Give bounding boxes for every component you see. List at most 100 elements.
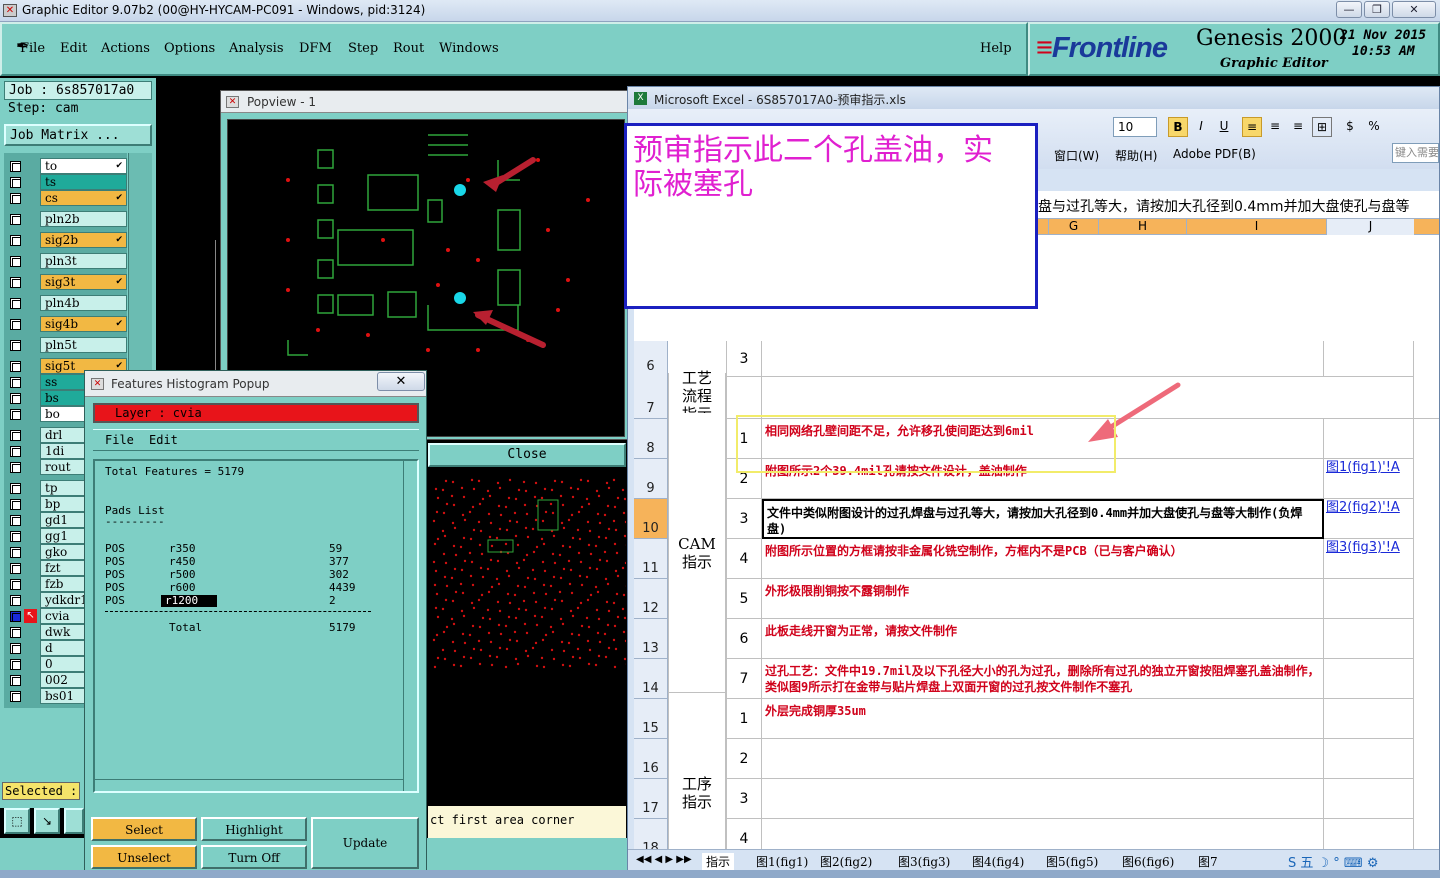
merge-icon[interactable]: ⊞ xyxy=(1312,117,1332,137)
layer-row-pln4b[interactable]: pln4b xyxy=(4,295,127,311)
layer-row-to[interactable]: to xyxy=(4,158,127,174)
layer-checkbox[interactable] xyxy=(10,235,21,246)
layer-checkbox[interactable] xyxy=(10,361,21,372)
layer-name[interactable]: pln5t xyxy=(40,337,127,353)
layer-row-ts[interactable]: ts xyxy=(4,174,127,190)
item-number[interactable]: 3 xyxy=(726,779,762,819)
instruction-cell[interactable]: 此板走线开窗为正常，请按文件制作 xyxy=(762,619,1324,659)
layer-name[interactable]: to xyxy=(40,158,127,174)
align-center-icon[interactable]: ≡ xyxy=(1265,117,1285,137)
item-number[interactable]: 7 xyxy=(726,659,762,699)
tool-icon-3[interactable] xyxy=(64,808,84,834)
menu-step[interactable]: Step xyxy=(348,41,378,56)
help-search-input[interactable]: 键入需要 xyxy=(1392,143,1439,163)
layer-checkbox[interactable] xyxy=(10,177,21,188)
menu-dfm[interactable]: DFM xyxy=(299,41,332,56)
menu-options[interactable]: Options xyxy=(164,41,215,56)
pad-sym[interactable]: r1200 xyxy=(161,595,217,607)
col-j-cell[interactable] xyxy=(1324,699,1414,739)
section-procedure[interactable]: 工序指示 xyxy=(668,693,726,849)
currency-icon[interactable]: $ xyxy=(1340,117,1360,137)
layer-checkbox[interactable] xyxy=(10,483,21,494)
pad-sym[interactable]: r450 xyxy=(169,556,196,568)
instruction-cell[interactable]: 外形极限削铜按不露铜制作 xyxy=(762,579,1324,619)
close-window-button[interactable]: ✕ xyxy=(1392,1,1436,18)
layer-checkbox[interactable] xyxy=(10,547,21,558)
layer-name[interactable]: cs xyxy=(40,190,127,206)
histogram-hscroll[interactable] xyxy=(95,779,403,791)
layer-checkbox[interactable] xyxy=(10,462,21,473)
update-button[interactable]: Update xyxy=(311,817,419,869)
sheet-tab[interactable]: 图3(fig3) xyxy=(898,853,950,870)
layer-checkbox[interactable] xyxy=(10,377,21,388)
align-left-icon[interactable]: ≡ xyxy=(1242,117,1262,137)
sheet-tab[interactable]: 图4(fig4) xyxy=(972,853,1024,870)
instruction-cell[interactable] xyxy=(762,341,1324,377)
layer-name[interactable]: sig3t xyxy=(40,274,127,290)
layer-row-cs[interactable]: cs xyxy=(4,190,127,206)
menu-file[interactable]: File xyxy=(20,41,45,56)
layer-checkbox[interactable] xyxy=(10,659,21,670)
layer-checkbox[interactable] xyxy=(10,563,21,574)
row-header[interactable]: 7 xyxy=(634,373,668,419)
layer-checkbox[interactable] xyxy=(10,446,21,457)
item-number[interactable]: 2 xyxy=(726,739,762,779)
row-header[interactable]: 14 xyxy=(634,659,668,699)
item-number[interactable]: 5 xyxy=(726,579,762,619)
col-j-cell[interactable] xyxy=(1324,373,1414,419)
layer-checkbox[interactable] xyxy=(10,193,21,204)
row-header[interactable]: 13 xyxy=(634,619,668,659)
instruction-cell[interactable]: 外层完成铜厚35um xyxy=(762,699,1324,739)
layer-checkbox[interactable] xyxy=(10,298,21,309)
figure-link[interactable]: 图2(fig2)'!A xyxy=(1326,499,1414,516)
layer-checkbox[interactable] xyxy=(10,515,21,526)
select-button[interactable]: Select xyxy=(91,817,197,841)
row-header[interactable]: 15 xyxy=(634,699,668,739)
item-number[interactable]: 4 xyxy=(726,819,762,849)
layer-checkbox[interactable] xyxy=(10,627,21,638)
row-header[interactable]: 17 xyxy=(634,779,668,819)
layer-checkbox[interactable] xyxy=(10,214,21,225)
row-header[interactable]: 16 xyxy=(634,739,668,779)
overview-canvas[interactable] xyxy=(428,470,629,805)
layer-name[interactable]: pln2b xyxy=(40,211,127,227)
sheet-tab[interactable]: 图6(fig6) xyxy=(1122,853,1174,870)
layer-checkbox[interactable] xyxy=(10,256,21,267)
layer-checkbox[interactable] xyxy=(10,579,21,590)
layer-checkbox[interactable] xyxy=(10,595,21,606)
layer-checkbox[interactable] xyxy=(10,277,21,288)
instruction-cell[interactable]: 过孔工艺：文件中19.7mil及以下孔径大小的孔为过孔，删除所有过孔的独立开窗按… xyxy=(762,659,1324,699)
layer-row-pln3t[interactable]: pln3t xyxy=(4,253,127,269)
layer-row-sig4b[interactable]: sig4b xyxy=(4,316,127,332)
sheet-grid[interactable]: G H I J 6 3 7 8 1 相同网络孔壁间距不足，允许移孔使间距达到6mil 9 2 附… xyxy=(634,219,1439,849)
layer-checkbox[interactable] xyxy=(10,691,21,702)
tool-icon-1[interactable]: ⬚ xyxy=(4,808,30,834)
row-header[interactable]: 11 xyxy=(634,539,668,579)
pad-sym[interactable]: r600 xyxy=(169,582,196,594)
item-number[interactable]: 3 xyxy=(726,341,762,377)
pad-sym[interactable]: r350 xyxy=(169,543,196,555)
menu-help-excel[interactable]: 帮助(H) xyxy=(1115,147,1157,164)
menu-window[interactable]: 窗口(W) xyxy=(1054,147,1099,164)
item-number[interactable]: 3 xyxy=(726,499,762,539)
excel-window[interactable]: X Microsoft Excel - 6S857017A0-预审指示.xls … xyxy=(624,86,1440,878)
layer-checkbox[interactable] xyxy=(10,409,21,420)
row-header[interactable]: 6 xyxy=(634,341,668,377)
item-number[interactable]: 4 xyxy=(726,539,762,579)
section-cam[interactable]: CAM指示 xyxy=(668,413,726,693)
tab-nav-arrows[interactable]: ◀◀ ◀ ▶ ▶▶ xyxy=(636,854,692,865)
row-header[interactable]: 8 xyxy=(634,419,668,459)
item-number[interactable] xyxy=(726,373,762,419)
layer-checkbox[interactable] xyxy=(10,643,21,654)
layer-checkbox[interactable] xyxy=(10,393,21,404)
col-header-g[interactable]: G xyxy=(1048,219,1098,235)
menu-help[interactable]: Help xyxy=(980,41,1012,56)
col-header-j[interactable]: J xyxy=(1326,219,1414,235)
menu-edit[interactable]: Edit xyxy=(60,41,87,56)
row-header[interactable]: 10 xyxy=(634,499,668,539)
layer-name[interactable]: ts xyxy=(40,174,127,190)
sheet-tab[interactable]: 图2(fig2) xyxy=(820,853,872,870)
layer-row-pln5t[interactable]: pln5t xyxy=(4,337,127,353)
instruction-cell[interactable] xyxy=(762,819,1324,849)
layer-checkbox[interactable] xyxy=(10,161,21,172)
